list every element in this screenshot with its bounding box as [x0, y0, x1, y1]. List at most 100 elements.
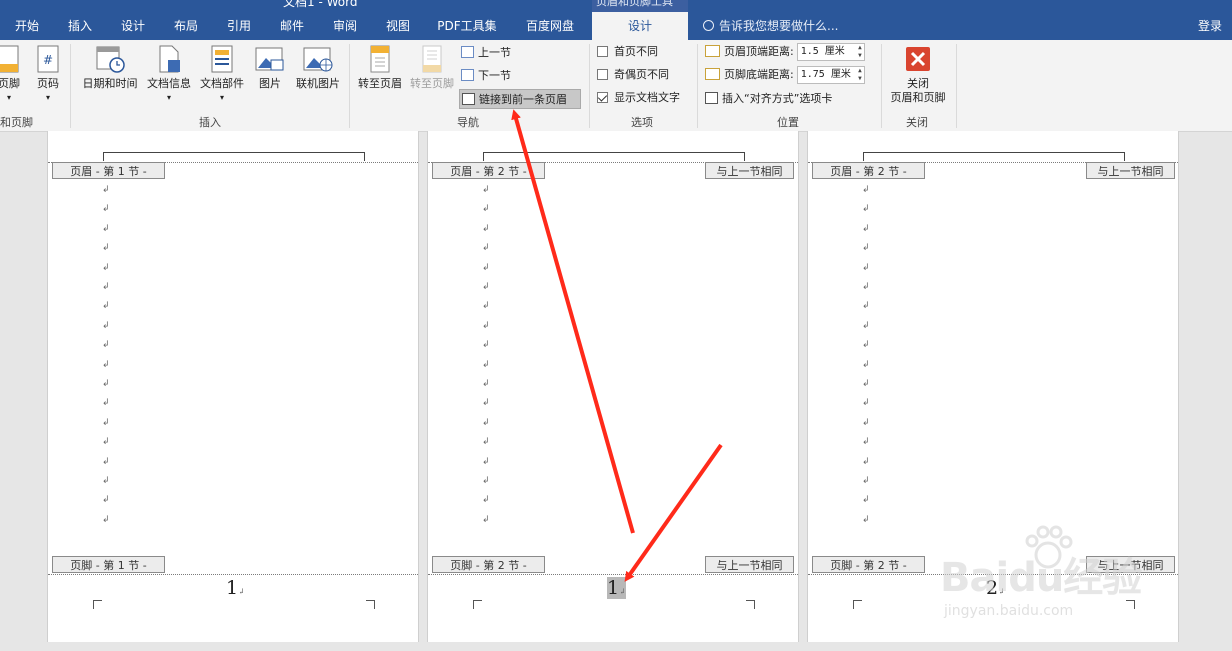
show-document-text-checkbox[interactable]: 显示文档文字 [597, 89, 680, 107]
next-section-icon [461, 69, 474, 81]
footer-button[interactable]: 页脚 ▾ [0, 44, 26, 105]
footer-bottom-distance: 页脚底端距离: 1.75 厘米 ▲ ▼ [705, 66, 865, 84]
page-number-field[interactable]: 1↲ [226, 577, 245, 599]
document-page-1[interactable]: 页眉 - 第 1 节 - ↲ ↲ ↲ ↲ ↲ ↲ ↲ ↲ ↲ ↲ ↲ ↲ ↲ ↲ ↲ ↲ ↲ ↲ 页脚 - 第 1… [47, 131, 419, 642]
tab-layout[interactable]: 布局 [160, 12, 212, 40]
header-section-tag: 页眉 - 第 2 节 - [432, 162, 545, 179]
checkbox-icon [597, 69, 608, 80]
margin-corner-mark [366, 600, 375, 609]
paragraph-mark: ↲ [482, 359, 490, 370]
paragraph-mark: ↲ [102, 282, 110, 292]
show-document-text-label: 显示文档文字 [614, 91, 680, 104]
paragraph-mark: ↲ [102, 398, 110, 409]
paragraph-mark: ↲ [482, 456, 490, 467]
picture-label: 图片 [259, 77, 281, 90]
spinner-arrows-icon[interactable]: ▲ ▼ [858, 67, 862, 83]
tell-me-box[interactable]: 告诉我您想要做什么... [703, 12, 838, 40]
paragraph-mark: ↲ [102, 379, 110, 389]
footer-boundary [48, 574, 418, 575]
tab-review[interactable]: 审阅 [318, 12, 372, 40]
tab-baidu-netdisk[interactable]: 百度网盘 [510, 12, 590, 40]
prev-section-icon [461, 46, 474, 58]
paragraph-mark: ↲ [862, 476, 870, 486]
odd-even-checkbox[interactable]: 奇偶页不同 [597, 66, 669, 84]
tab-home[interactable]: 开始 [0, 12, 54, 40]
login-link[interactable]: 登录 [1198, 12, 1222, 40]
close-line1: 关闭 [907, 77, 929, 90]
online-picture-icon [303, 47, 333, 72]
tab-references[interactable]: 引用 [212, 12, 266, 40]
paragraph-mark: ↲ [862, 379, 870, 389]
paragraph-mark: ↲ [482, 379, 490, 389]
footer-boundary [428, 574, 798, 575]
header-text-bracket [863, 152, 1125, 161]
picture-button[interactable]: 图片 [252, 44, 288, 91]
tab-view[interactable]: 视图 [372, 12, 424, 40]
close-header-footer-button[interactable]: 关闭 页眉和页脚 [886, 44, 950, 105]
paragraph-mark: ↲ [102, 243, 110, 254]
goto-footer-button[interactable]: 转至页脚 [406, 44, 458, 91]
paragraph-mark: ↲ [482, 398, 490, 409]
insert-alignment-tab-label: 插入“对齐方式”选项卡 [722, 92, 833, 105]
paragraph-mark: ↲ [862, 301, 870, 312]
spinner-arrows-icon[interactable]: ▲ ▼ [858, 44, 862, 60]
paragraph-mark: ↲ [862, 340, 870, 351]
paragraph-mark: ↲ [102, 456, 110, 467]
odd-even-label: 奇偶页不同 [614, 68, 669, 81]
page-number-value: 1 [226, 577, 239, 599]
next-section-button[interactable]: 下一节 [461, 67, 511, 85]
doc-info-label: 文档信息 [147, 77, 191, 90]
tab-hf-design[interactable]: 设计 [592, 12, 688, 40]
paragraph-mark: ↲ [102, 476, 110, 486]
tab-pdf-tools[interactable]: PDF工具集 [426, 12, 508, 40]
next-section-label: 下一节 [478, 69, 511, 82]
document-page-2[interactable]: 页眉 - 第 2 节 - 与上一节相同 ↲ ↲ ↲ ↲ ↲ ↲ ↲ ↲ ↲ ↲ ↲ ↲ ↲ ↲ ↲ ↲ ↲ ↲ 页… [427, 131, 799, 642]
paragraph-mark: ↲ [862, 456, 870, 467]
online-picture-button[interactable]: 联机图片 [290, 44, 346, 91]
insert-alignment-tab-button[interactable]: 插入“对齐方式”选项卡 [705, 90, 832, 108]
goto-header-button[interactable]: 转至页眉 [354, 44, 406, 91]
tab-insert[interactable]: 插入 [54, 12, 106, 40]
group-separator [697, 44, 698, 128]
quick-parts-icon [211, 45, 233, 73]
paragraph-mark: ↲ [862, 359, 870, 370]
tell-me-text: 告诉我您想要做什么... [719, 19, 839, 33]
header-text-bracket [103, 152, 365, 161]
link-to-previous-button[interactable]: 链接到前一条页眉 [459, 89, 581, 109]
header-top-spinner[interactable]: 1.5 厘米 ▲ ▼ [796, 43, 865, 61]
paragraph-mark: ↲ [482, 204, 490, 215]
online-picture-label: 联机图片 [296, 77, 340, 90]
paragraph-mark: ↲ [102, 340, 110, 351]
header-section-tag: 页眉 - 第 2 节 - [812, 162, 925, 179]
paragraph-mark: ↲ [102, 417, 110, 428]
paragraph-mark: ↲ [862, 398, 870, 409]
calendar-clock-icon [96, 46, 125, 73]
title-tab-bar: 文档1 - Word 页眉和页脚工具 开始 插入 设计 布局 引用 邮件 审阅 … [0, 0, 1232, 40]
page-number-button[interactable]: # 页码 ▾ [33, 44, 63, 105]
dropdown-arrow-icon: ▾ [219, 93, 224, 102]
header-section-tag: 页眉 - 第 1 节 - [52, 162, 165, 179]
quick-parts-button[interactable]: 文档部件 ▾ [196, 44, 248, 105]
prev-section-button[interactable]: 上一节 [461, 44, 511, 62]
footer-bottom-spinner[interactable]: 1.75 厘米 ▲ ▼ [796, 66, 865, 84]
footer-bottom-value: 1.75 厘米 [800, 69, 851, 80]
tab-design[interactable]: 设计 [106, 12, 160, 40]
paragraph-mark: ↲ [862, 185, 870, 195]
quick-parts-label: 文档部件 [200, 77, 244, 90]
header-distance-icon [705, 45, 720, 57]
header-text-bracket [483, 152, 745, 161]
footer-bottom-label: 页脚底端距离: [724, 68, 794, 81]
group-label-header-footer: 和页脚 [0, 116, 33, 129]
different-first-page-checkbox[interactable]: 首页不同 [597, 43, 658, 61]
group-label-close: 关闭 [906, 116, 928, 129]
paragraph-mark: ↲ [862, 514, 870, 525]
watermark-url: jingyan.baidu.com [944, 603, 1074, 619]
link-to-previous-label: 链接到前一条页眉 [479, 93, 567, 106]
paragraph-mark: ↲ [102, 437, 110, 448]
paragraph-mark: ↲ [482, 185, 490, 195]
paragraph-mark: ↲ [482, 476, 490, 486]
doc-info-button[interactable]: 文档信息 ▾ [143, 44, 195, 105]
tab-mailings[interactable]: 邮件 [266, 12, 318, 40]
page-number-field-selected[interactable]: 1↲ [607, 577, 626, 599]
date-time-button[interactable]: 日期和时间 [78, 44, 142, 91]
